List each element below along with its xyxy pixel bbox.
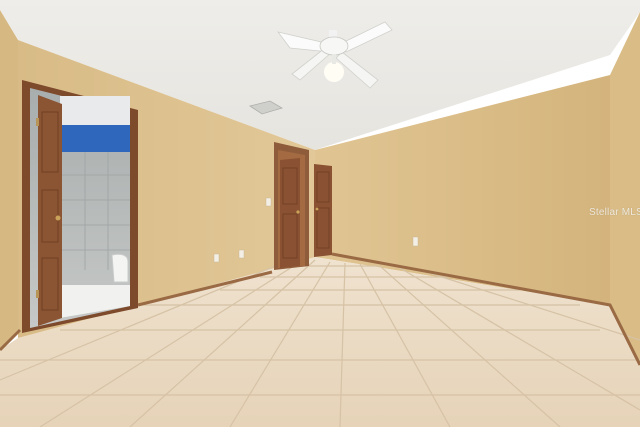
outlet-left-2 <box>238 249 245 259</box>
light-switch <box>265 197 272 207</box>
outlet-left-1 <box>213 253 220 263</box>
left-side-wall <box>0 10 18 350</box>
bedroom-photo: Stellar MLS <box>0 0 640 427</box>
watermark-text: Stellar MLS <box>589 207 640 218</box>
closet-door <box>274 142 309 270</box>
toilet <box>111 253 129 283</box>
room-illustration <box>0 0 640 427</box>
bathroom-doorway <box>22 80 138 333</box>
entry-door <box>314 164 332 257</box>
outlet-right <box>412 236 419 247</box>
door-knob <box>55 215 61 221</box>
blue-accent-tile <box>60 125 130 152</box>
fan-light-bulb <box>324 62 344 82</box>
